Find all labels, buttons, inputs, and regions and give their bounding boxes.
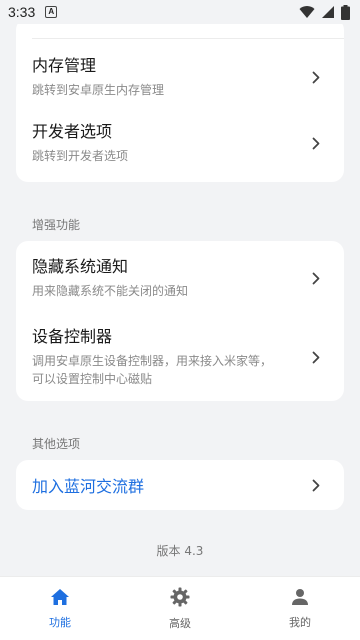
person-icon [292, 588, 308, 605]
nav-item-features[interactable]: 功能 [0, 577, 120, 640]
row-subtitle-line1: 调用安卓原生设备控制器，用来接入米家等， [32, 354, 273, 368]
join-group-link: 加入蓝河交流群 [32, 477, 145, 496]
status-icons [299, 4, 350, 20]
version-text: 版本 4.3 [156, 544, 204, 558]
divider [32, 38, 344, 39]
nav-label: 功能 [49, 615, 71, 629]
settings-content: 内存管理 跳转到安卓原生内存管理 开发者选项 跳转到开发者选项 增强功能 隐藏系… [0, 24, 360, 576]
gear-icon [170, 587, 190, 606]
nav-label: 我的 [289, 615, 311, 629]
row-subtitle-line2: 可以设置控制中心磁贴 [32, 372, 153, 386]
bottom-nav: 功能 高级 我的 [0, 576, 360, 640]
nav-label: 高级 [169, 616, 191, 630]
home-icon [51, 588, 69, 605]
row-subtitle: 跳转到开发者选项 [32, 149, 129, 163]
nav-item-advanced[interactable]: 高级 [120, 577, 240, 640]
signal-icon [322, 6, 334, 18]
chevron-right-icon [302, 137, 330, 150]
notification-icon: A [45, 6, 58, 18]
developer-options-row[interactable]: 开发者选项 跳转到开发者选项 [16, 110, 344, 176]
hide-system-notification-row[interactable]: 隐藏系统通知 用来隐藏系统不能关闭的通知 [16, 245, 344, 311]
row-subtitle: 跳转到安卓原生内存管理 [32, 83, 165, 97]
system-shortcuts-card: 内存管理 跳转到安卓原生内存管理 开发者选项 跳转到开发者选项 [16, 24, 344, 182]
device-controller-row[interactable]: 设备控制器 调用安卓原生设备控制器，用来接入米家等， 可以设置控制中心磁贴 [16, 317, 344, 397]
chevron-right-icon [302, 479, 330, 492]
row-title: 隐藏系统通知 [32, 257, 129, 276]
chevron-right-icon [302, 351, 330, 364]
nav-item-mine[interactable]: 我的 [240, 577, 360, 640]
status-bar: 3:33 A [0, 0, 360, 24]
row-title: 设备控制器 [32, 327, 113, 346]
row-subtitle: 用来隐藏系统不能关闭的通知 [32, 284, 189, 298]
section-label-other: 其他选项 [32, 437, 81, 451]
row-title: 开发者选项 [32, 122, 113, 141]
wifi-icon [299, 6, 315, 19]
memory-management-row[interactable]: 内存管理 跳转到安卓原生内存管理 [16, 44, 344, 110]
chevron-right-icon [302, 272, 330, 285]
enhance-card: 隐藏系统通知 用来隐藏系统不能关闭的通知 设备控制器 调用安卓原生设备控制器，用… [16, 241, 344, 401]
battery-icon [341, 4, 350, 20]
join-group-row[interactable]: 加入蓝河交流群 [16, 460, 344, 510]
other-card: 加入蓝河交流群 [16, 460, 344, 510]
status-time: 3:33 [8, 4, 36, 20]
section-label-enhance: 增强功能 [32, 218, 81, 232]
row-title: 内存管理 [32, 56, 97, 75]
chevron-right-icon [302, 71, 330, 84]
